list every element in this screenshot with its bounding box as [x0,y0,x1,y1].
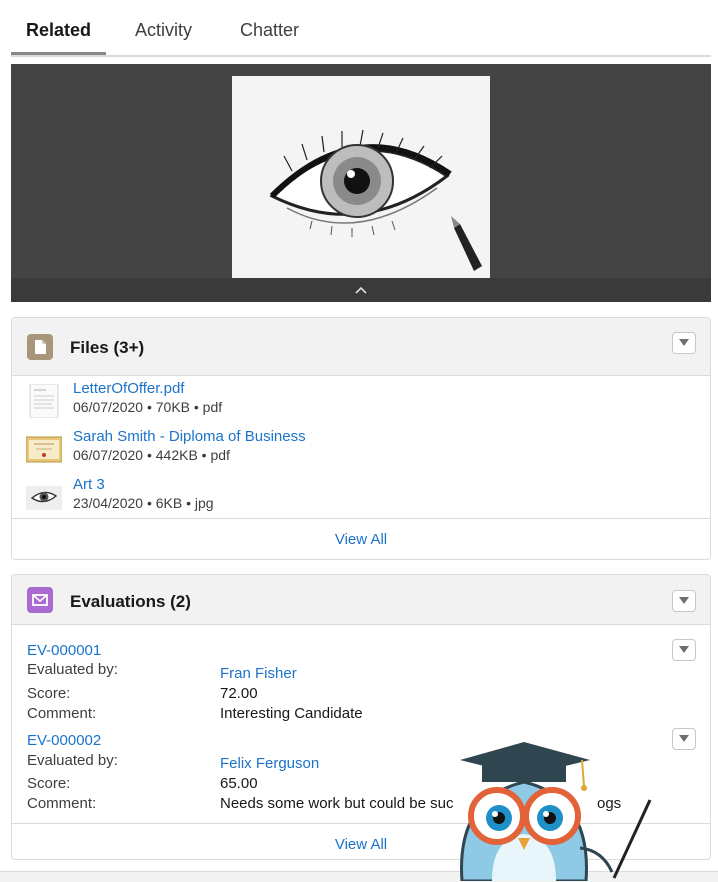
file-icon [27,334,53,360]
tab-bar: Related Activity Chatter [11,0,711,57]
files-card-title[interactable]: Files (3+) [70,338,144,358]
evaluations-card-title[interactable]: Evaluations (2) [70,592,191,612]
score-label: Score: [27,775,71,792]
evaluator-link[interactable]: Felix Ferguson [220,755,319,772]
score-value: 65.00 [220,775,258,792]
comment-value: Needs some work but could be suc [220,795,454,812]
card-footer-divider [12,518,710,519]
file-meta: 06/07/2020 • 442KB • pdf [73,447,230,463]
evaluations-menu-button[interactable] [672,590,696,612]
evaluation-link[interactable]: EV-000002 [27,732,101,749]
active-tab-indicator [11,52,106,55]
file-meta: 23/04/2020 • 6KB • jpg [73,495,214,511]
comment-label: Comment: [27,795,97,812]
preview-image[interactable] [232,76,490,290]
files-view-all-link[interactable]: View All [12,531,710,548]
file-link[interactable]: Art 3 [73,476,105,493]
chevron-up-icon [355,286,367,294]
eye-thumbnail [26,480,62,514]
evaluations-card-header: Evaluations (2) [12,575,710,625]
preview-toggle-bar[interactable] [11,278,711,302]
tab-activity[interactable]: Activity [135,20,192,41]
evaluated-by-label: Evaluated by: [27,752,118,769]
evaluation-row-menu-button[interactable] [672,639,696,661]
comment-value: Interesting Candidate [220,705,363,722]
caret-down-icon [679,339,689,346]
eye-drawing [232,76,490,290]
file-row[interactable]: Sarah Smith - Diploma of Business 06/07/… [25,428,686,474]
certificate-thumbnail [25,432,63,466]
image-preview [11,64,711,302]
caret-down-icon [679,646,689,653]
score-label: Score: [27,685,71,702]
comment-label: Comment: [27,705,97,722]
files-card-header: Files (3+) [12,318,710,376]
caret-down-icon [679,597,689,604]
evaluation-row-menu-button[interactable] [672,728,696,750]
document-thumbnail [26,383,62,419]
score-value: 72.00 [220,685,258,702]
files-menu-button[interactable] [672,332,696,354]
tab-chatter[interactable]: Chatter [240,20,299,41]
envelope-icon [27,587,53,613]
owl-mascot-icon [460,742,652,881]
file-link[interactable]: Sarah Smith - Diploma of Business [73,428,306,445]
tab-related[interactable]: Related [26,20,91,41]
files-card: Files (3+) LetterOfOffer.pdf 06/07/2020 … [11,317,711,560]
file-row[interactable]: Art 3 23/04/2020 • 6KB • jpg [26,476,686,522]
evaluated-by-label: Evaluated by: [27,661,118,678]
file-meta: 06/07/2020 • 70KB • pdf [73,399,223,415]
caret-down-icon [679,735,689,742]
evaluation-link[interactable]: EV-000001 [27,642,101,659]
file-row[interactable]: LetterOfOffer.pdf 06/07/2020 • 70KB • pd… [26,380,686,426]
file-link[interactable]: LetterOfOffer.pdf [73,380,184,397]
evaluator-link[interactable]: Fran Fisher [220,665,297,682]
